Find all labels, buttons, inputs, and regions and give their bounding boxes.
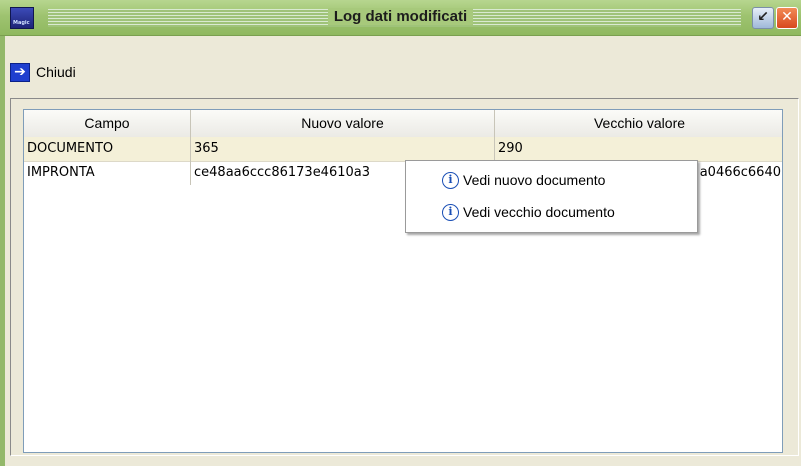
column-header-vecchio-valore[interactable]: Vecchio valore (495, 110, 782, 137)
info-icon: i (442, 171, 459, 189)
context-menu: i Vedi nuovo documento i Vedi vecchio do… (405, 160, 698, 233)
table-row[interactable]: DOCUMENTO 365 290 (24, 137, 782, 162)
grid-header: Campo Nuovo valore Vecchio valore (24, 110, 782, 138)
chiudi-label: Chiudi (36, 64, 76, 80)
log-window: Magic Log dati modificati ↙ ✕ ➔ Chiudi C… (0, 0, 801, 466)
column-header-nuovo-valore[interactable]: Nuovo valore (191, 110, 495, 137)
column-header-campo[interactable]: Campo (24, 110, 191, 137)
cell-campo[interactable]: IMPRONTA (24, 161, 191, 185)
app-icon[interactable]: Magic (10, 7, 34, 29)
menu-item-vedi-nuovo-documento[interactable]: i Vedi nuovo documento (442, 169, 605, 191)
window-left-border (0, 36, 5, 466)
chiudi-button[interactable]: ➔ Chiudi (10, 62, 76, 82)
close-window-button[interactable]: ✕ (776, 7, 798, 29)
cell-nuovo-valore[interactable]: 365 (191, 137, 495, 161)
arrow-right-icon: ➔ (10, 62, 30, 82)
menu-item-label: Vedi vecchio documento (463, 204, 615, 220)
title-bar-stripes (48, 9, 741, 27)
info-icon: i (442, 203, 459, 221)
menu-item-label: Vedi nuovo documento (463, 172, 606, 188)
app-icon-text: Magic (13, 20, 30, 26)
restore-button[interactable]: ↙ (752, 7, 774, 29)
title-bar[interactable]: Magic Log dati modificati ↙ ✕ (0, 0, 801, 36)
cell-vecchio-valore[interactable]: 290 (495, 137, 782, 161)
toolbar: ➔ Chiudi (0, 36, 801, 98)
menu-item-vedi-vecchio-documento[interactable]: i Vedi vecchio documento (442, 201, 615, 223)
cell-campo[interactable]: DOCUMENTO (24, 137, 191, 161)
